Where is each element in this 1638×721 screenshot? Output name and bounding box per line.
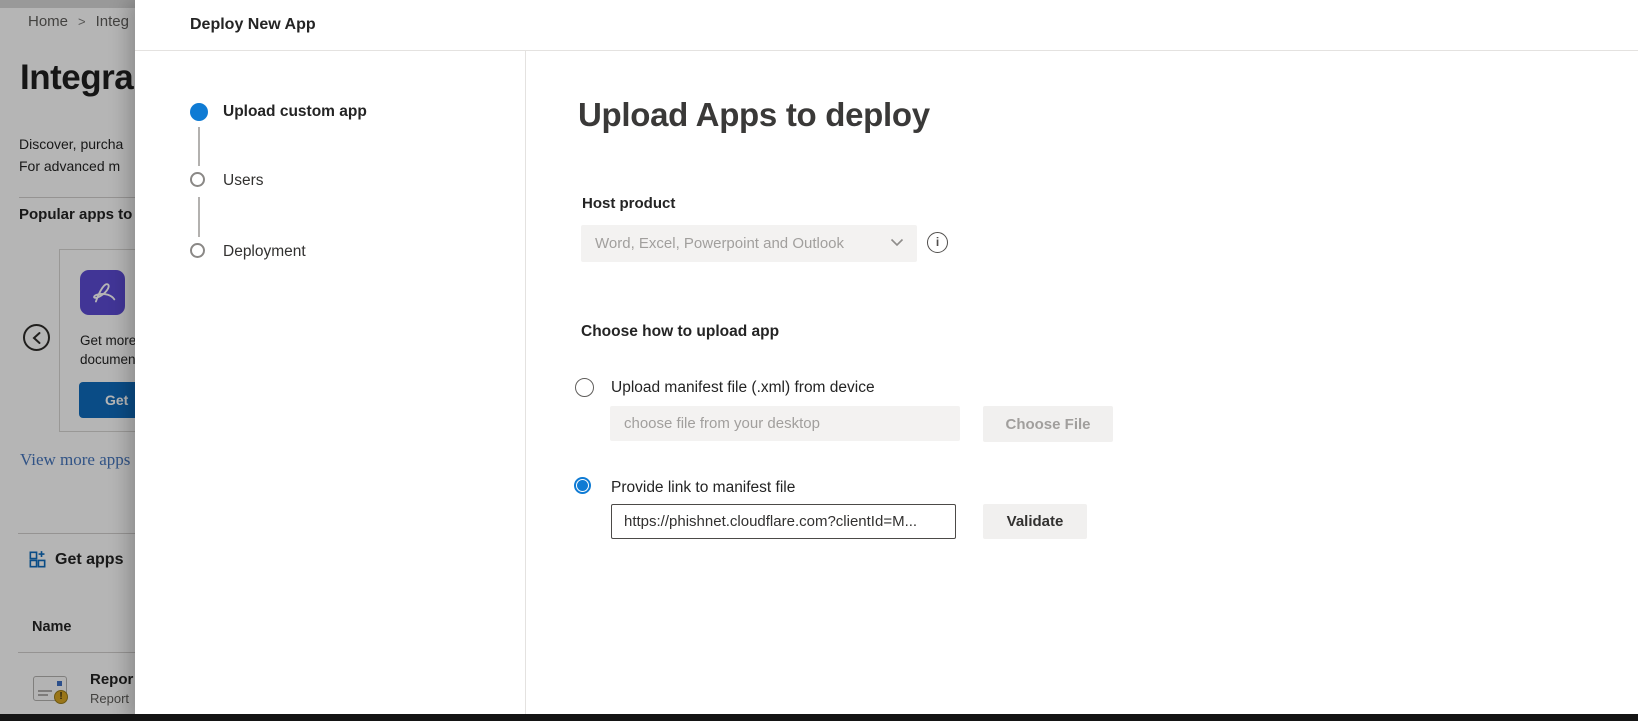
- step-dot: [190, 243, 205, 258]
- step-deployment: Deployment: [223, 243, 306, 261]
- panel-title: Deploy New App: [190, 16, 316, 34]
- choose-file-button[interactable]: Choose File: [983, 406, 1113, 442]
- step-dot: [190, 172, 205, 187]
- bottom-edge-bar: [0, 714, 1638, 721]
- steps-divider: [525, 51, 526, 721]
- deploy-new-app-panel: Deploy New App Upload custom app Users D…: [135, 0, 1638, 721]
- manifest-link-input[interactable]: [611, 504, 956, 539]
- radio-upload-manifest-file[interactable]: [575, 378, 594, 397]
- manifest-file-input[interactable]: [610, 406, 960, 441]
- host-product-select[interactable]: Word, Excel, Powerpoint and Outlook: [581, 225, 917, 262]
- background-page: Home>Integ Integra Discover, purcha For …: [0, 0, 135, 721]
- radio-upload-manifest-label[interactable]: Upload manifest file (.xml) from device: [611, 379, 875, 397]
- info-icon[interactable]: i: [927, 232, 948, 253]
- step-active-dot: [190, 103, 208, 121]
- step-users: Users: [223, 172, 263, 190]
- choose-upload-label: Choose how to upload app: [581, 323, 779, 341]
- step-connector: [198, 197, 200, 237]
- chevron-down-icon: [890, 238, 904, 247]
- step-upload-custom-app: Upload custom app: [223, 103, 367, 121]
- validate-button[interactable]: Validate: [983, 504, 1087, 539]
- host-product-value: Word, Excel, Powerpoint and Outlook: [581, 235, 844, 252]
- step-connector: [198, 127, 200, 166]
- radio-provide-link-label[interactable]: Provide link to manifest file: [611, 479, 795, 497]
- host-product-label: Host product: [582, 195, 675, 212]
- radio-provide-link[interactable]: [574, 477, 591, 494]
- modal-scrim: [0, 0, 135, 721]
- content-heading: Upload Apps to deploy: [578, 96, 930, 134]
- panel-header-divider: [135, 50, 1638, 51]
